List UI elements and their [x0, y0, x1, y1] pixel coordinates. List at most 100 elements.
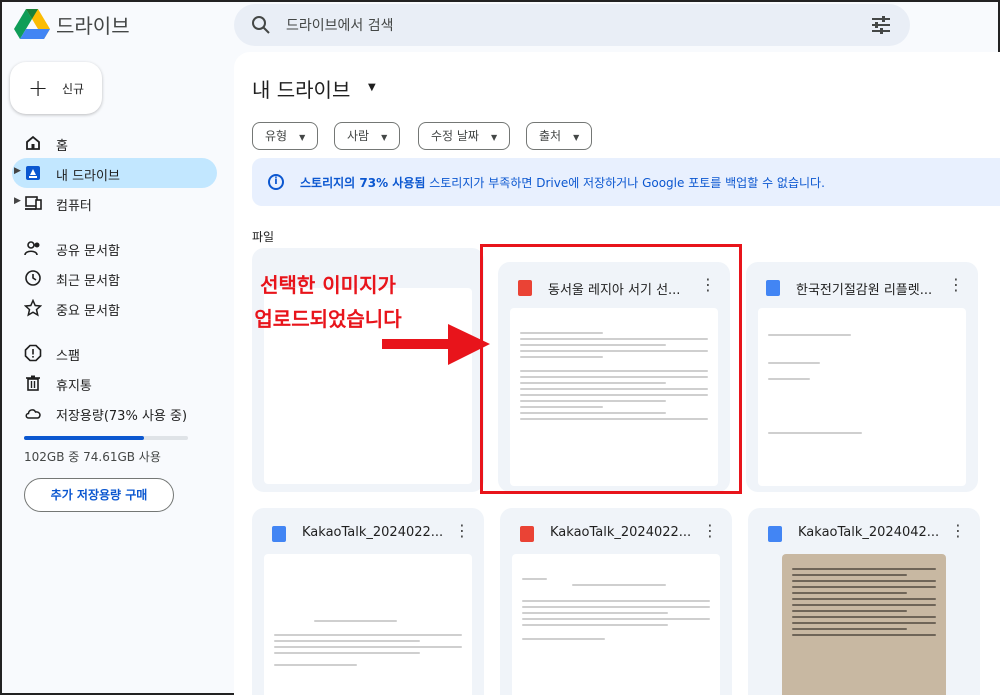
- drive-logo-icon[interactable]: [14, 6, 50, 40]
- file-card[interactable]: KakaoTalk_2024042... ⋮: [748, 508, 980, 695]
- more-options-icon[interactable]: ⋮: [700, 277, 716, 293]
- drive-icon: [26, 166, 40, 180]
- text-line: [522, 578, 547, 580]
- sidebar: + 신규 홈 ▶ 내 드라이브 ▶ 컴퓨터 공유 문서함 최근 문서함 중요 문…: [2, 52, 232, 695]
- file-card[interactable]: KakaoTalk_2024022... ⋮: [500, 508, 732, 695]
- more-options-icon[interactable]: ⋮: [454, 523, 470, 539]
- chevron-down-icon: ▼: [490, 133, 498, 142]
- text-line: [792, 634, 936, 636]
- new-button[interactable]: + 신규: [10, 62, 102, 114]
- expand-arrow-icon[interactable]: ▶: [14, 166, 21, 176]
- text-line: [520, 388, 708, 390]
- more-options-icon[interactable]: ⋮: [948, 277, 964, 293]
- filter-people[interactable]: 사람 ▼: [334, 122, 401, 150]
- text-line: [274, 664, 358, 666]
- image-file-icon: [518, 280, 532, 296]
- text-line: [520, 370, 708, 372]
- app-title: 드라이브: [56, 14, 130, 38]
- text-line: [522, 606, 710, 608]
- cloud-icon: [25, 409, 41, 419]
- text-line: [520, 344, 666, 346]
- text-line: [274, 652, 420, 654]
- text-line: [274, 646, 462, 648]
- caret-down-icon[interactable]: ▼: [368, 82, 376, 93]
- spam-icon: [24, 344, 42, 362]
- info-icon: i: [268, 174, 284, 190]
- clock-icon: [25, 270, 41, 286]
- file-card-selected[interactable]: 동서울 레지아 서기 선... ⋮: [498, 262, 730, 492]
- text-line: [792, 592, 907, 594]
- sidebar-item-computers[interactable]: ▶ 컴퓨터: [12, 188, 217, 218]
- sidebar-item-my-drive[interactable]: ▶ 내 드라이브: [12, 158, 217, 188]
- expand-arrow-icon[interactable]: ▶: [14, 196, 21, 206]
- text-line: [792, 586, 936, 588]
- top-bar: 드라이브 드라이브에서 검색: [2, 2, 1000, 52]
- sidebar-item-label: 컴퓨터: [56, 199, 92, 214]
- text-line: [792, 580, 936, 582]
- section-label-files: 파일: [252, 230, 275, 244]
- banner-text: 스토리지의 73% 사용됨 스토리지가 부족하면 Drive에 저장하거나 Go…: [300, 174, 825, 191]
- sidebar-item-starred[interactable]: 중요 문서함: [12, 293, 217, 323]
- sidebar-item-storage[interactable]: 저장용량(73% 사용 중): [12, 398, 217, 428]
- banner-body-text: 스토리지가 부족하면 Drive에 저장하거나 Google 포토를 백업할 수…: [425, 176, 825, 190]
- text-line: [520, 418, 708, 420]
- banner-bold-text: 스토리지의 73% 사용됨: [300, 176, 426, 190]
- search-bar[interactable]: 드라이브에서 검색: [234, 4, 910, 46]
- storage-warning-banner: i 스토리지의 73% 사용됨 스토리지가 부족하면 Drive에 저장하거나 …: [252, 158, 1000, 206]
- filter-source[interactable]: 출처 ▼: [526, 122, 593, 150]
- text-line: [792, 610, 907, 612]
- filter-label: 유형: [265, 129, 288, 143]
- file-title: 한국전기절감원 리플렛...: [796, 283, 933, 298]
- sidebar-item-home[interactable]: 홈: [12, 128, 217, 158]
- more-options-icon[interactable]: ⋮: [950, 523, 966, 539]
- storage-progress-fill: [24, 436, 144, 440]
- file-card[interactable]: KakaoTalk_2024022... ⋮: [252, 508, 484, 695]
- text-line: [522, 638, 606, 640]
- text-line: [274, 634, 462, 636]
- filter-label: 사람: [347, 129, 370, 143]
- text-line: [520, 356, 604, 358]
- trash-icon: [26, 375, 40, 391]
- chevron-down-icon: ▼: [573, 133, 580, 142]
- handwritten-photo-thumbnail: [782, 554, 946, 695]
- sidebar-item-trash[interactable]: 휴지통: [12, 368, 217, 398]
- sidebar-item-label: 홈: [56, 139, 68, 154]
- chevron-down-icon: ▼: [299, 133, 306, 142]
- sidebar-item-label: 휴지통: [56, 379, 92, 394]
- more-options-icon[interactable]: ⋮: [702, 523, 718, 539]
- file-thumbnail: [758, 308, 966, 486]
- text-line: [768, 334, 852, 336]
- tune-icon[interactable]: [870, 14, 892, 36]
- text-line: [522, 600, 710, 602]
- text-line: [520, 406, 604, 408]
- text-line: [792, 598, 936, 600]
- sidebar-item-shared[interactable]: 공유 문서함: [12, 233, 217, 263]
- doc-file-icon: [766, 280, 780, 296]
- filter-label: 수정 날짜: [431, 129, 479, 143]
- text-line: [520, 338, 708, 340]
- text-line: [520, 400, 666, 402]
- search-icon[interactable]: [250, 14, 272, 36]
- text-line: [768, 362, 820, 364]
- text-line: [522, 612, 668, 614]
- search-input[interactable]: 드라이브에서 검색: [286, 15, 394, 35]
- text-line: [792, 616, 936, 618]
- sidebar-item-recent[interactable]: 최근 문서함: [12, 263, 217, 293]
- annotation-line: 선택한 이미지가: [260, 273, 396, 297]
- file-card[interactable]: 한국전기절감원 리플렛... ⋮: [746, 262, 978, 492]
- computer-icon: [25, 196, 42, 210]
- buy-storage-button[interactable]: 추가 저장용량 구매: [24, 478, 174, 512]
- sidebar-item-label: 스팸: [56, 349, 80, 364]
- doc-file-icon: [272, 526, 286, 542]
- page-title[interactable]: 내 드라이브: [252, 74, 350, 103]
- home-icon: [26, 135, 40, 150]
- text-line: [792, 628, 907, 630]
- file-thumbnail: [510, 308, 718, 486]
- doc-file-icon: [768, 526, 782, 542]
- sidebar-item-label: 내 드라이브: [56, 169, 120, 184]
- sidebar-item-spam[interactable]: 스팸: [12, 338, 217, 368]
- filter-type[interactable]: 유형 ▼: [252, 122, 319, 150]
- main-content: 내 드라이브 ▼ 유형 ▼ 사람 ▼ 수정 날짜 ▼ 출처 ▼ i 스토리지의 73% …: [234, 52, 1000, 695]
- filter-modified[interactable]: 수정 날짜 ▼: [418, 122, 511, 150]
- sidebar-item-label: 최근 문서함: [56, 274, 120, 289]
